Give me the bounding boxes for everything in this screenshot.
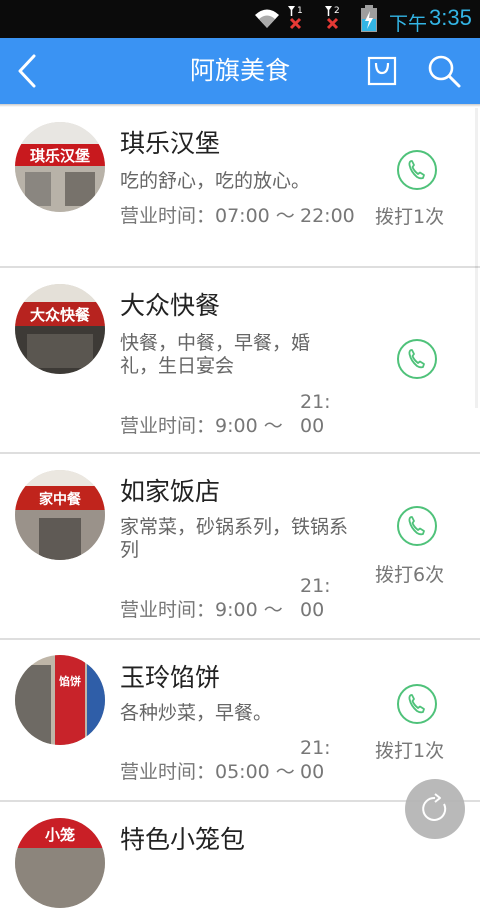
restaurant-item[interactable]: 大众快餐 大众快餐 快餐，中餐，早餐，婚礼，生日宴会 营业时间：9:00 ～ 21… (0, 268, 480, 454)
refresh-button[interactable] (405, 779, 465, 839)
hours-open: 营业时间：9:00 ～ (120, 599, 283, 621)
phone-icon (408, 516, 425, 536)
hours-open: 营业时间：9:00 ～ (120, 415, 283, 437)
phone-icon (408, 694, 425, 714)
page-title: 阿旗美食 (189, 56, 290, 85)
svg-text:1: 1 (297, 6, 303, 16)
shopping-bag-icon[interactable] (366, 55, 398, 87)
signal-sim2-no-service-icon: 2 (325, 6, 340, 30)
hours-close: 21:00 (300, 391, 331, 437)
svg-text:馅饼: 馅饼 (59, 674, 81, 688)
header-shadow (0, 104, 480, 107)
app-header: 阿旗美食 (0, 38, 480, 104)
battery-charging-icon (361, 5, 377, 32)
restaurant-photo: 家中餐 (15, 470, 105, 560)
business-hours: 营业时间：9:00 ～ 21:00 (120, 574, 356, 622)
restaurant-name: 琪乐汉堡 (120, 129, 221, 158)
hours-open: 营业时间：07:00 ～ (120, 205, 295, 227)
business-hours: 营业时间：05:00 ～21:00 (120, 736, 356, 784)
scrollbar[interactable] (475, 108, 478, 408)
phone-icon (408, 349, 425, 369)
restaurant-photo: 小笼 (15, 818, 105, 908)
call-button[interactable] (397, 684, 437, 724)
status-bar: 1 2 下午 3:35 (0, 0, 480, 38)
restaurant-description: 各种炒菜，早餐。 (120, 702, 273, 724)
call-button[interactable] (397, 339, 437, 379)
search-icon[interactable] (426, 53, 462, 89)
restaurant-photo: 琪乐汉堡 (15, 122, 105, 212)
call-count: 拨打1次 (375, 206, 445, 228)
call-count: 拨打6次 (375, 564, 445, 586)
phone-icon (408, 160, 425, 180)
svg-text:家中餐: 家中餐 (39, 491, 82, 508)
back-arrow-icon[interactable] (14, 53, 44, 89)
wifi-icon (255, 9, 279, 28)
refresh-icon (422, 793, 447, 821)
signal-sim1-no-service-icon: 1 (288, 6, 303, 30)
restaurant-photo: 馅饼 (15, 655, 105, 745)
business-hours: 营业时间：9:00 ～ 21:00 (120, 390, 356, 438)
restaurant-name: 玉玲馅饼 (120, 663, 221, 692)
restaurant-name: 如家饭店 (120, 477, 221, 506)
svg-text:琪乐汉堡: 琪乐汉堡 (30, 147, 90, 165)
svg-text:小笼: 小笼 (45, 826, 75, 844)
svg-text:2: 2 (334, 6, 340, 16)
hours-close: 22:00 (300, 205, 355, 227)
status-ampm: 下午 (389, 13, 428, 35)
hours-open: 营业时间：05:00 ～ (120, 761, 295, 783)
call-button[interactable] (397, 150, 437, 190)
restaurant-description: 吃的舒心，吃的放心。 (120, 170, 311, 192)
restaurant-item[interactable]: 家中餐 如家饭店 家常菜，砂锅系列，铁锅系列 营业时间：9:00 ～21:00 … (0, 454, 480, 640)
restaurant-name: 特色小笼包 (120, 825, 246, 854)
restaurant-photo: 大众快餐 (15, 284, 105, 374)
call-count: 拨打1次 (375, 740, 445, 762)
status-time: 3:35 (429, 5, 472, 30)
hours-close: 21:00 (300, 575, 331, 621)
svg-text:大众快餐: 大众快餐 (30, 306, 91, 324)
business-hours: 营业时间：07:00 ～ 22:00 (120, 204, 356, 228)
call-button[interactable] (397, 506, 437, 546)
restaurant-description: 家常菜，砂锅系列，铁锅系列 (120, 516, 349, 561)
restaurant-item[interactable]: 馅饼 玉玲馅饼 各种炒菜，早餐。 营业时间：05:00 ～21:00 拨打1次 (0, 640, 480, 802)
hours-close: 21:00 (300, 737, 331, 783)
restaurant-item[interactable]: 琪乐汉堡 琪乐汉堡 吃的舒心，吃的放心。 营业时间：07:00 ～ 22:00 拨… (0, 104, 480, 268)
restaurant-description: 快餐，中餐，早餐，婚礼，生日宴会 (120, 332, 311, 377)
restaurant-name: 大众快餐 (120, 291, 221, 320)
